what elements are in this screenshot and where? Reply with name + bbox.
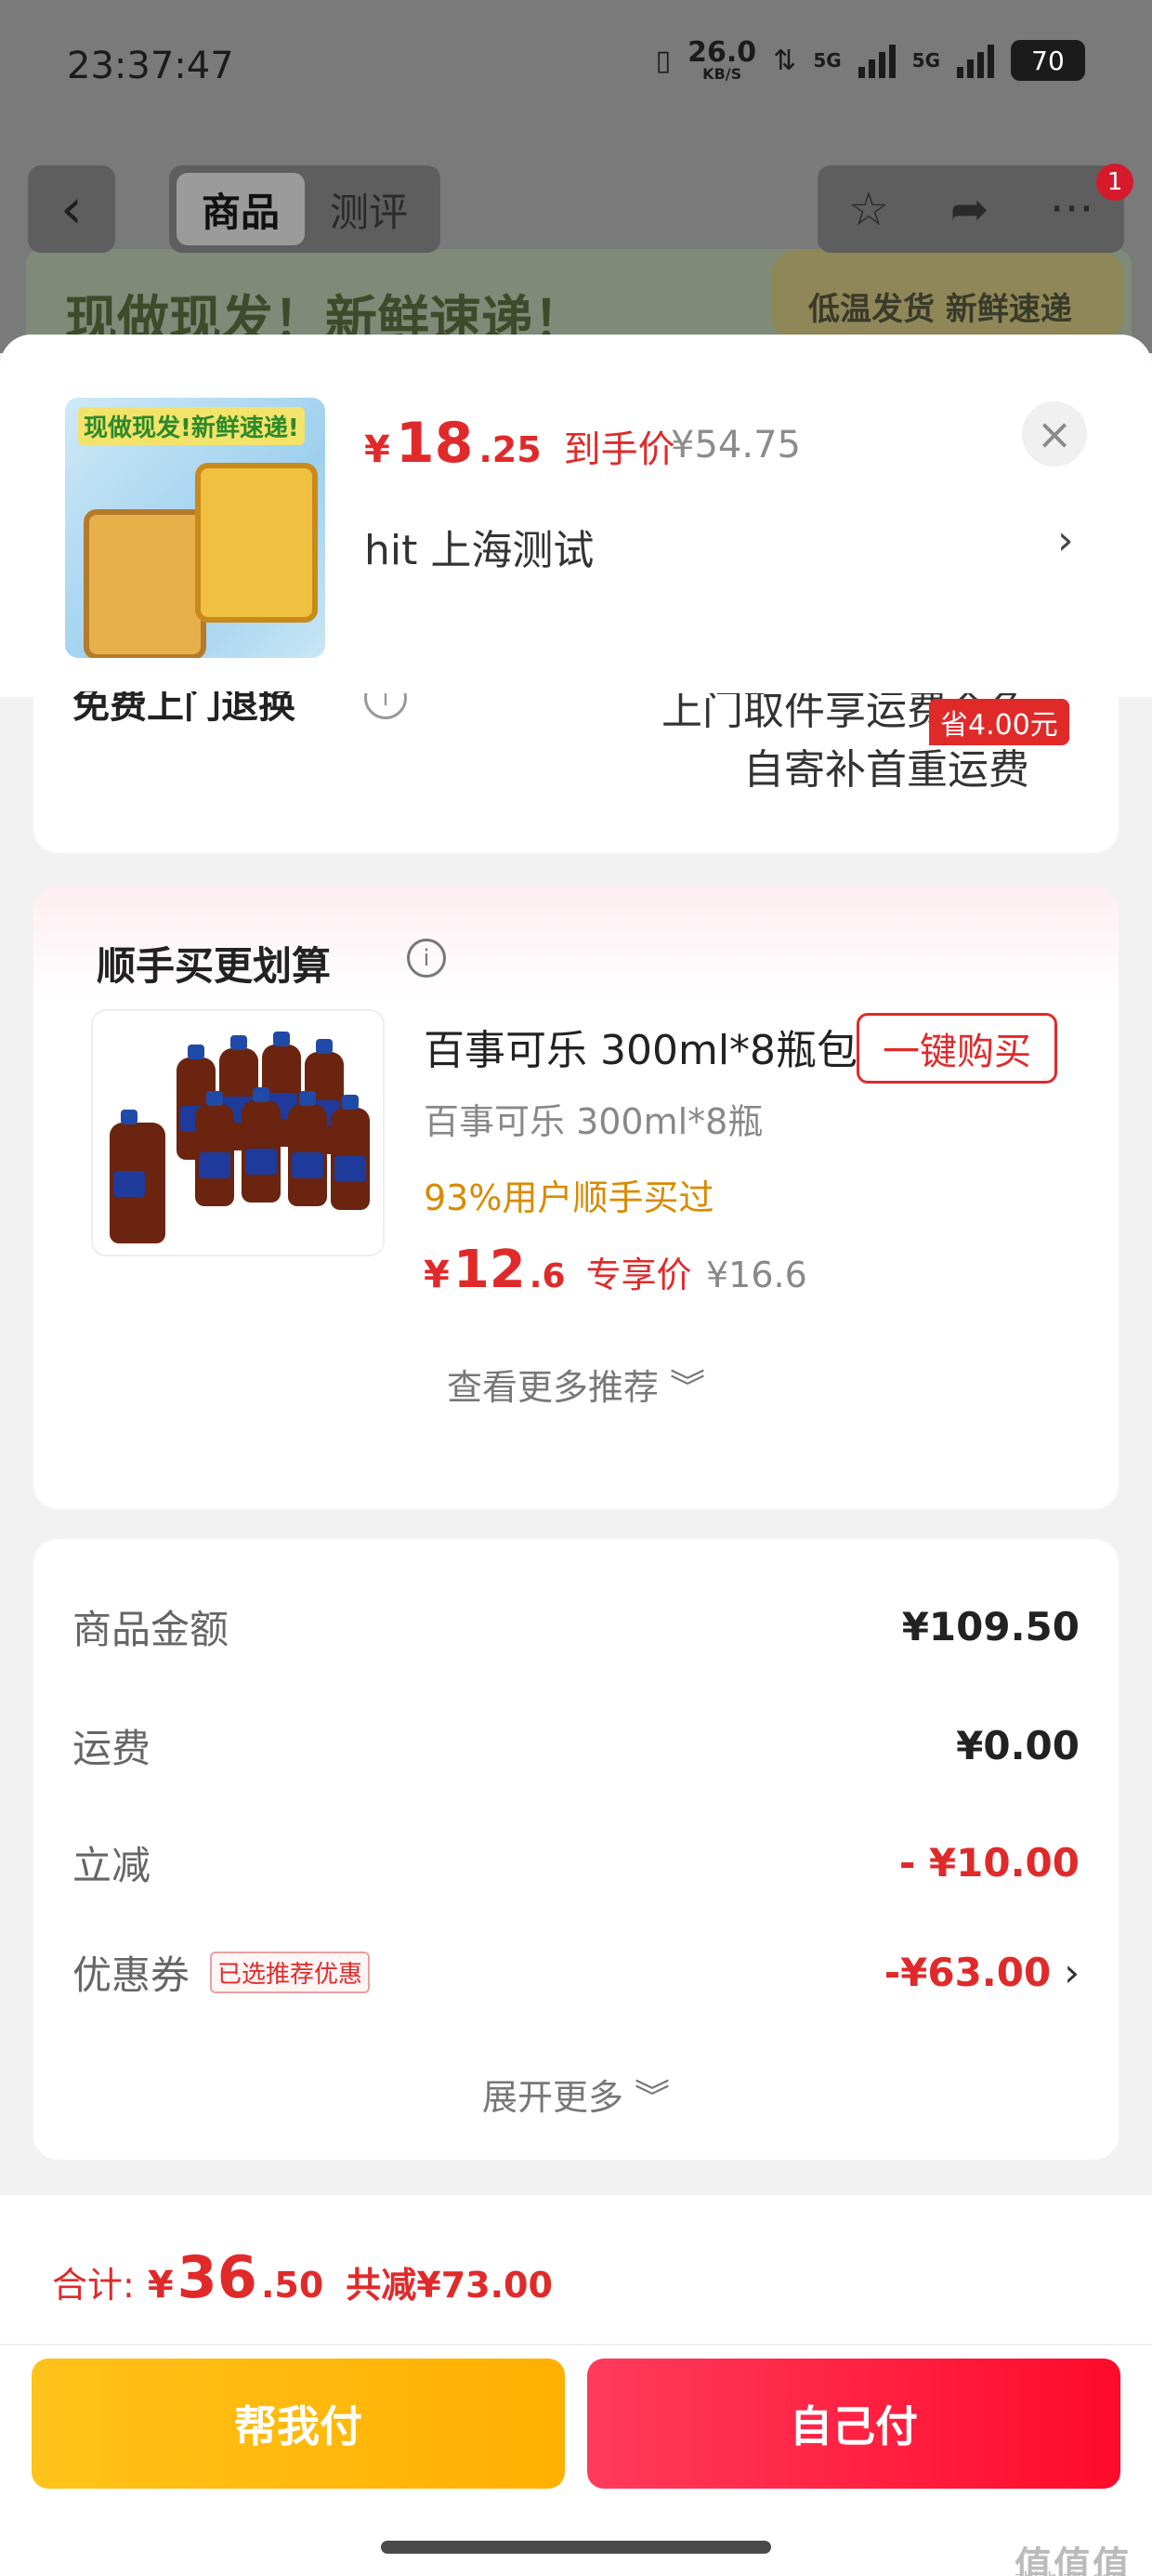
more-icon[interactable]: ··· xyxy=(1050,182,1094,236)
net-speed: 26.0 KB/S xyxy=(687,36,757,83)
chevron-right-icon[interactable]: › xyxy=(1057,517,1074,564)
self-pay-button[interactable]: 自己付 xyxy=(587,2359,1120,2489)
summary-row-coupon[interactable]: 优惠券 已选推荐优惠 -¥63.00 › xyxy=(72,1944,1080,2001)
battery-icon: 70 xyxy=(1011,40,1085,81)
back-button[interactable]: ‹ xyxy=(28,165,115,253)
recommend-title: 顺手买更划算 xyxy=(97,943,332,989)
notification-badge: 1 xyxy=(1096,164,1133,201)
order-sheet: 现做现发!新鲜速递! ¥ 18 .25 到手价 ¥54.75 × hit 上海测… xyxy=(0,335,1152,2576)
product-thumbnail: 现做现发!新鲜速递! xyxy=(65,398,325,658)
summary-row-discount: 立减 - ¥10.00 xyxy=(72,1840,1080,1888)
expand-more-link[interactable]: 展开更多 ︾ xyxy=(33,2069,1119,2120)
home-indicator[interactable] xyxy=(381,2541,771,2554)
product-price: ¥ 18 .25 到手价 xyxy=(364,411,675,476)
info-icon[interactable]: i xyxy=(407,939,446,978)
status-icons: ▯ 26.0 KB/S ⇅ 5G 5G 70 xyxy=(656,39,1085,82)
tab-review[interactable]: 测评 xyxy=(305,173,433,245)
recommend-price: ¥ 12 .6 专享价 xyxy=(424,1240,692,1300)
coupon-tag: 已选推荐优惠 xyxy=(210,1952,371,1993)
signal-icon-1 xyxy=(857,43,896,78)
recommend-card: 顺手买更划算 i 百事可乐 300ml*8瓶包邮超值 百事可乐 300ml*8瓶… xyxy=(33,887,1119,1509)
close-button[interactable]: × xyxy=(1022,401,1087,467)
address-text[interactable]: hit 上海测试 xyxy=(364,517,594,576)
recommend-product-image[interactable] xyxy=(91,1009,385,1256)
signal-label-1: 5G xyxy=(813,49,842,72)
summary-row-goods: 商品金额 ¥109.50 xyxy=(72,1604,1080,1652)
bottom-bar: 合计: ¥ 36 .50 共减¥73.00 帮我付 自己付 值值值 zhizhi… xyxy=(0,2195,1152,2576)
divider xyxy=(0,2344,1152,2346)
data-arrows-icon: ⇅ xyxy=(773,44,797,77)
total-amount: 合计: ¥ 36 .50 共减¥73.00 xyxy=(52,2243,553,2311)
star-icon[interactable]: ☆ xyxy=(848,182,890,236)
signal-label-2: 5G xyxy=(911,49,940,72)
close-icon: × xyxy=(1036,409,1073,459)
save-badge: 省4.00元 xyxy=(929,699,1069,745)
recommend-product-spec: 百事可乐 300ml*8瓶 xyxy=(424,1101,764,1142)
recommend-original-price: ¥16.6 xyxy=(706,1255,807,1295)
nav-actions: ☆ ➦ ··· xyxy=(818,165,1124,253)
more-recommend-link[interactable]: 查看更多推荐 ︾ xyxy=(33,1359,1119,1410)
tab-segment: 商品 测评 xyxy=(169,165,440,253)
recommend-users-text: 93%用户顺手买过 xyxy=(424,1177,714,1218)
order-summary-card: 商品金额 ¥109.50 运费 ¥0.00 立减 - ¥10.00 优惠券 已选… xyxy=(33,1539,1119,2160)
background-banner-right-text: 低温发货 新鲜速递 xyxy=(808,291,1072,328)
signal-icon-2 xyxy=(957,43,994,78)
one-click-buy-button[interactable]: 一键购买 xyxy=(857,1013,1057,1084)
share-icon[interactable]: ➦ xyxy=(950,182,989,236)
chevron-right-icon[interactable]: › xyxy=(1064,1950,1080,1995)
vibrate-icon: ▯ xyxy=(655,44,672,77)
product-header: 现做现发!新鲜速递! ¥ 18 .25 到手价 ¥54.75 × hit 上海测… xyxy=(0,335,1152,697)
summary-row-shipping: 运费 ¥0.00 xyxy=(72,1723,1080,1771)
help-pay-button[interactable]: 帮我付 xyxy=(32,2359,565,2489)
chevron-left-icon: ‹ xyxy=(60,177,83,242)
tab-product[interactable]: 商品 xyxy=(177,173,305,245)
product-original-price: ¥54.75 xyxy=(671,424,801,467)
status-time: 23:37:47 xyxy=(67,45,234,87)
watermark-sub: zhizhizhi.com xyxy=(1015,2569,1128,2576)
